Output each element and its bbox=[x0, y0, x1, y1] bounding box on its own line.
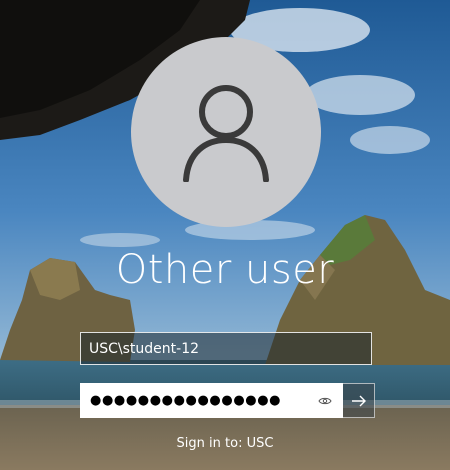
reveal-password-button[interactable] bbox=[315, 391, 335, 411]
password-row: ●●●●●●●●●●●●●●●● bbox=[80, 383, 375, 418]
submit-button[interactable] bbox=[343, 383, 375, 418]
password-input-value: ●●●●●●●●●●●●●●●● bbox=[90, 393, 282, 408]
username-input[interactable]: USC\student-12 bbox=[80, 332, 372, 365]
user-avatar bbox=[131, 37, 321, 227]
password-input[interactable]: ●●●●●●●●●●●●●●●● bbox=[80, 383, 343, 418]
user-display-name: Other user bbox=[115, 247, 335, 293]
username-input-value: USC\student-12 bbox=[89, 340, 200, 357]
eye-icon bbox=[318, 397, 332, 404]
arrow-right-icon bbox=[351, 395, 366, 406]
sign-in-domain-label: Sign in to: USC bbox=[176, 436, 274, 451]
user-icon bbox=[183, 85, 269, 182]
